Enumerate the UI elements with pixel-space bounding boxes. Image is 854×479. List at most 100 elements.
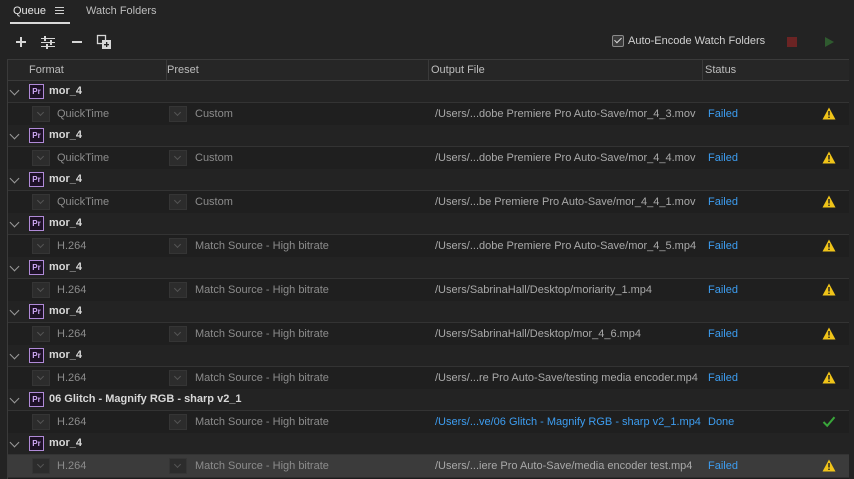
warning-icon <box>822 239 836 252</box>
format-dropdown[interactable] <box>32 238 50 254</box>
chevron-down-icon[interactable] <box>9 217 20 228</box>
status-link[interactable]: Failed <box>708 196 738 208</box>
status-link[interactable]: Failed <box>708 328 738 340</box>
column-divider[interactable] <box>428 60 429 80</box>
format-value: QuickTime <box>57 108 110 120</box>
queue-output-row[interactable]: H.264 Match Source - High bitrate/Users/S… <box>8 323 849 346</box>
queue-source-row[interactable]: Pr mor_4 <box>8 257 849 279</box>
output-file-link[interactable]: /Users/...dobe Premiere Pro Auto-Save/mo… <box>435 240 696 252</box>
queue-output-row[interactable]: H.264 Match Source - High bitrate/Users/S… <box>8 279 849 302</box>
queue-source-row[interactable]: Pr mor_4 <box>8 433 849 455</box>
source-name: mor_4 <box>49 349 83 361</box>
queue-source-row[interactable]: Pr mor_4 <box>8 301 849 323</box>
column-header-preset[interactable]: Preset <box>167 64 199 76</box>
table-header: Format Preset Output File Status <box>8 60 849 81</box>
preset-dropdown[interactable] <box>169 414 187 430</box>
preset-dropdown[interactable] <box>169 282 187 298</box>
output-file-link[interactable]: /Users/...ve/06 Glitch - Magnify RGB - s… <box>435 416 701 428</box>
column-divider[interactable] <box>702 60 703 80</box>
preset-settings-button[interactable] <box>40 34 56 50</box>
auto-encode-checkbox[interactable] <box>612 35 624 47</box>
queue-output-row[interactable]: QuickTime Custom/Users/...be Premiere Pro… <box>8 191 849 214</box>
add-source-button[interactable] <box>13 34 29 50</box>
column-header-format[interactable]: Format <box>29 64 64 76</box>
duplicate-button[interactable] <box>96 34 112 50</box>
preset-dropdown[interactable] <box>169 238 187 254</box>
queue-output-row[interactable]: H.264 Match Source - High bitrate/Users/.… <box>8 367 849 390</box>
preset-dropdown[interactable] <box>169 194 187 210</box>
preset-dropdown[interactable] <box>169 458 187 474</box>
source-name: mor_4 <box>49 261 83 273</box>
warning-icon <box>822 459 836 472</box>
format-dropdown[interactable] <box>32 282 50 298</box>
status-link[interactable]: Failed <box>708 108 738 120</box>
queue-source-row[interactable]: Pr mor_4 <box>8 213 849 235</box>
output-file-link[interactable]: /Users/...iere Pro Auto-Save/media encod… <box>435 460 692 472</box>
format-dropdown[interactable] <box>32 370 50 386</box>
source-name: mor_4 <box>49 85 83 97</box>
preset-value: Match Source - High bitrate <box>195 372 329 384</box>
preset-dropdown[interactable] <box>169 326 187 342</box>
premiere-pro-icon: Pr <box>29 84 44 99</box>
settings-sliders-icon <box>41 36 55 49</box>
preset-dropdown[interactable] <box>169 370 187 386</box>
column-header-status[interactable]: Status <box>705 64 736 76</box>
output-file-link[interactable]: /Users/...dobe Premiere Pro Auto-Save/mo… <box>435 108 695 120</box>
chevron-down-icon[interactable] <box>9 85 20 96</box>
source-name: 06 Glitch - Magnify RGB - sharp v2_1 <box>49 393 242 405</box>
chevron-down-icon[interactable] <box>9 173 20 184</box>
queue-output-row[interactable]: H.264 Match Source - High bitrate/Users/.… <box>8 455 849 478</box>
status-link[interactable]: Failed <box>708 460 738 472</box>
format-dropdown[interactable] <box>32 414 50 430</box>
format-dropdown[interactable] <box>32 326 50 342</box>
queue-source-row[interactable]: Pr mor_4 <box>8 169 849 191</box>
chevron-down-icon[interactable] <box>9 305 20 316</box>
preset-dropdown[interactable] <box>169 150 187 166</box>
chevron-down-icon[interactable] <box>9 437 20 448</box>
format-value: H.264 <box>57 372 87 384</box>
preset-dropdown[interactable] <box>169 106 187 122</box>
queue-output-row[interactable]: QuickTime Custom/Users/...dobe Premiere P… <box>8 103 849 126</box>
output-file-link[interactable]: /Users/SabrinaHall/Desktop/mor_4_6.mp4 <box>435 328 641 340</box>
output-file-link[interactable]: /Users/...re Pro Auto-Save/testing media… <box>435 372 698 384</box>
queue-output-row[interactable]: QuickTime Custom/Users/...dobe Premiere P… <box>8 147 849 170</box>
queue-source-row[interactable]: Pr mor_4 <box>8 81 849 103</box>
queue-source-row[interactable]: Pr mor_4 <box>8 125 849 147</box>
chevron-down-icon[interactable] <box>9 129 20 140</box>
remove-button[interactable] <box>69 34 85 50</box>
preset-value: Match Source - High bitrate <box>195 284 329 296</box>
format-dropdown[interactable] <box>32 150 50 166</box>
output-file-link[interactable]: /Users/...be Premiere Pro Auto-Save/mor_… <box>435 196 695 208</box>
preset-value: Match Source - High bitrate <box>195 416 329 428</box>
status-link[interactable]: Failed <box>708 152 738 164</box>
output-file-link[interactable]: /Users/SabrinaHall/Desktop/moriarity_1.m… <box>435 284 652 296</box>
queue-source-row[interactable]: Pr mor_4 <box>8 345 849 367</box>
panel-menu-icon[interactable] <box>55 6 64 15</box>
status-link[interactable]: Done <box>708 416 734 428</box>
stop-queue-button[interactable] <box>787 37 797 47</box>
chevron-down-icon[interactable] <box>9 261 20 272</box>
source-name: mor_4 <box>49 173 83 185</box>
queue-source-row[interactable]: Pr 06 Glitch - Magnify RGB - sharp v2_1 <box>8 389 849 411</box>
queue-output-row[interactable]: H.264 Match Source - High bitrate/Users/.… <box>8 411 849 434</box>
output-file-link[interactable]: /Users/...dobe Premiere Pro Auto-Save/mo… <box>435 152 695 164</box>
source-name: mor_4 <box>49 217 83 229</box>
status-link[interactable]: Failed <box>708 372 738 384</box>
chevron-down-icon[interactable] <box>9 349 20 360</box>
format-dropdown[interactable] <box>32 194 50 210</box>
encode-queue-table: Format Preset Output File Status Pr mor_4… <box>7 59 849 479</box>
warning-icon <box>822 371 836 384</box>
status-link[interactable]: Failed <box>708 240 738 252</box>
chevron-down-icon[interactable] <box>9 393 20 404</box>
start-queue-button[interactable] <box>825 37 834 47</box>
status-link[interactable]: Failed <box>708 284 738 296</box>
auto-encode-watch-folders-toggle[interactable]: Auto-Encode Watch Folders <box>612 34 765 48</box>
tab-queue[interactable]: Queue <box>13 5 46 17</box>
queue-output-row[interactable]: H.264 Match Source - High bitrate/Users/.… <box>8 235 849 258</box>
format-dropdown[interactable] <box>32 106 50 122</box>
format-dropdown[interactable] <box>32 458 50 474</box>
column-header-output-file[interactable]: Output File <box>431 64 485 76</box>
source-name: mor_4 <box>49 129 83 141</box>
panel-tabs: Queue Watch Folders <box>0 0 854 25</box>
tab-watch-folders[interactable]: Watch Folders <box>86 5 157 17</box>
